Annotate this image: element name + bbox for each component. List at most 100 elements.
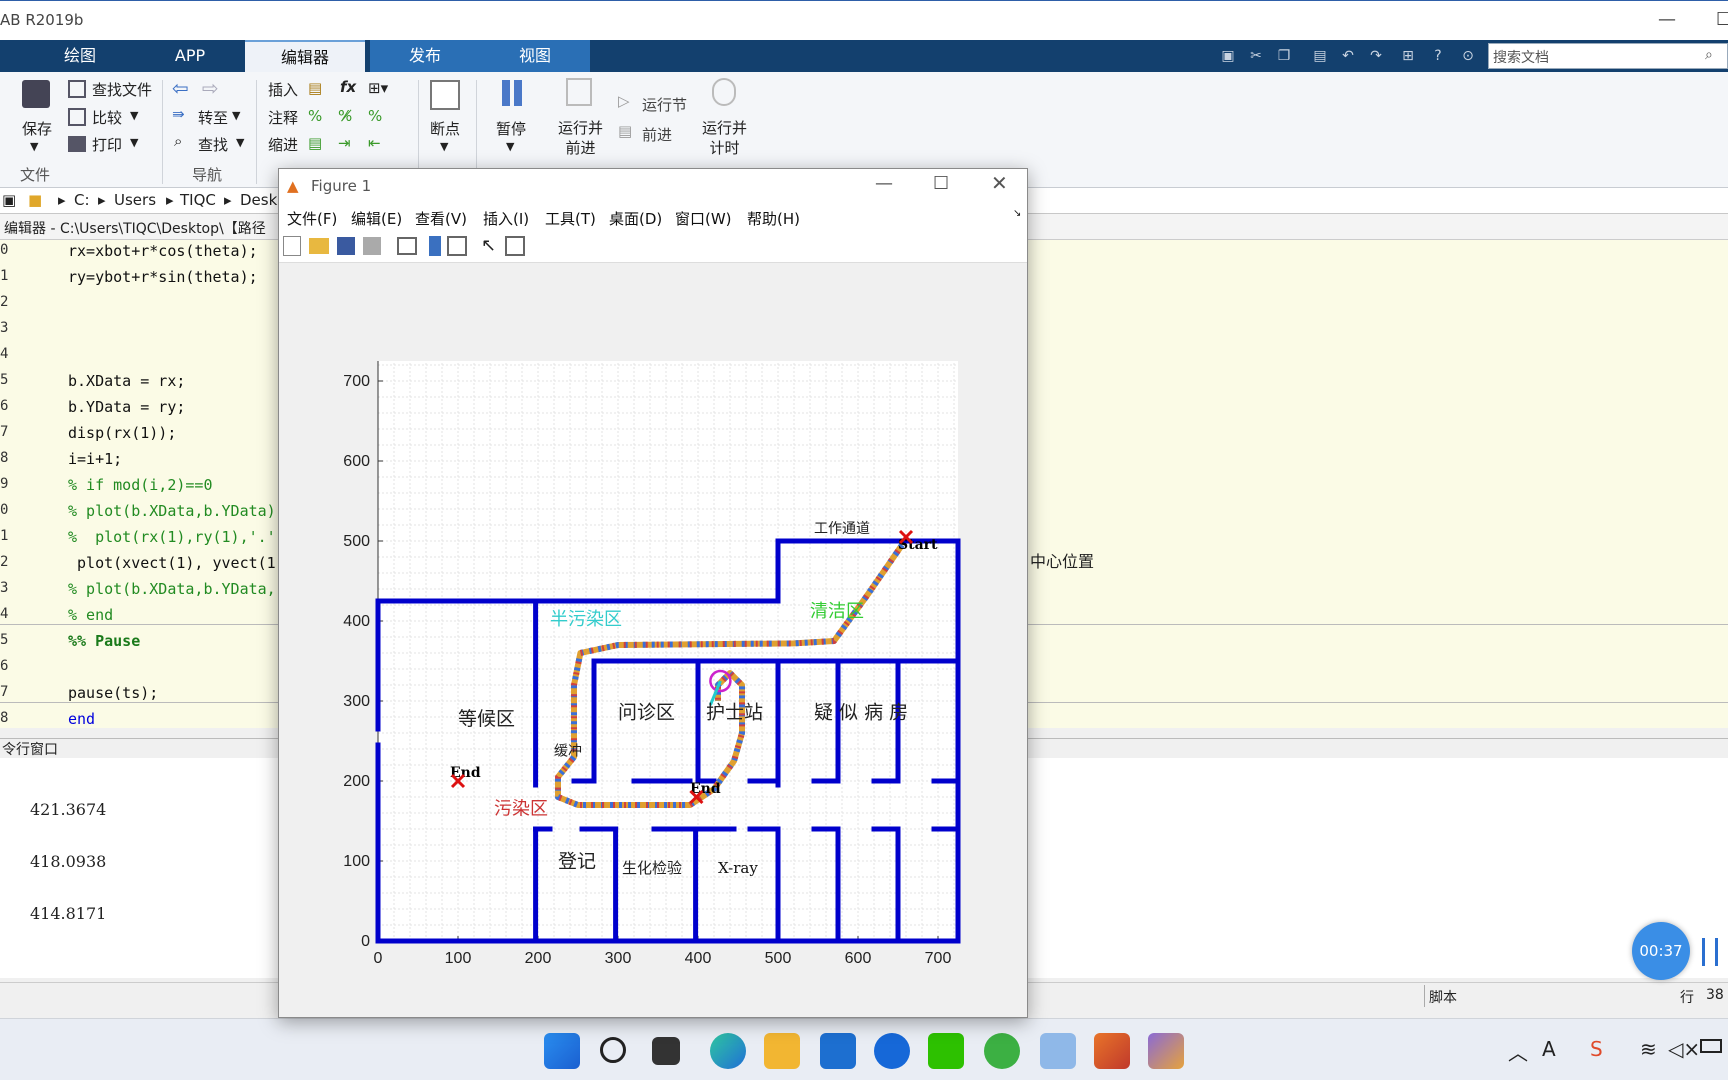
edit-plot-icon[interactable]: ↖ (481, 235, 496, 256)
insert-button[interactable]: 插入 (268, 79, 298, 100)
code-line[interactable]: % plot(b.XData,b.YData) (68, 502, 276, 520)
insert-chart-icon[interactable]: ⊞▾ (368, 79, 388, 97)
code-line[interactable]: % end (68, 606, 113, 624)
link-plot-icon[interactable] (397, 237, 417, 255)
code-line[interactable]: % plot(rx(1),ry(1),'.', (68, 528, 285, 546)
sogou-icon[interactable]: S (1590, 1037, 1603, 1061)
figure-window[interactable]: ▲ Figure 1 — ☐ ✕ 文件(F) 编辑(E) 查看(V) 插入(I)… (278, 168, 1028, 1018)
legend-icon[interactable] (447, 236, 467, 256)
indent-button[interactable]: 缩进 (268, 134, 298, 155)
insert-function-icon[interactable]: fx (340, 78, 356, 96)
app-icon[interactable] (1148, 1033, 1184, 1069)
edge-icon[interactable] (710, 1033, 746, 1069)
code-line[interactable]: b.XData = rx; (68, 372, 185, 390)
path-segment[interactable]: TIQC (180, 191, 216, 209)
tab-view[interactable]: 视图 (480, 40, 590, 72)
save-button[interactable]: 保存 (22, 118, 52, 139)
menu-window[interactable]: 窗口(W) (675, 208, 732, 229)
uncomment-icon[interactable]: %̸ (338, 107, 352, 125)
tab-editor[interactable]: 编辑器 (245, 40, 365, 72)
menu-edit[interactable]: 编辑(E) (351, 208, 402, 229)
insert-section-icon[interactable]: ▤ (308, 79, 322, 97)
folder-icon[interactable]: ■ (28, 191, 42, 209)
comment-button[interactable]: 注释 (268, 107, 298, 128)
code-line[interactable]: % plot(b.XData,b.YData, (68, 580, 276, 598)
paste-icon[interactable]: ▤ (1310, 46, 1330, 66)
advance-button[interactable]: 前进 (642, 124, 672, 145)
run-time-button[interactable]: 运行并 计时 (702, 118, 747, 158)
print-dropdown-icon[interactable]: ▼ (130, 136, 138, 149)
options-icon[interactable]: ⊙ (1458, 46, 1478, 66)
breakpoints-button[interactable]: 断点 (430, 118, 460, 139)
print-figure-icon[interactable] (363, 237, 381, 255)
find-dropdown-icon[interactable]: ▼ (236, 136, 244, 149)
wifi-icon[interactable]: ≋ (1640, 1037, 1657, 1061)
start-icon[interactable] (544, 1033, 580, 1069)
code-line[interactable]: %% Pause (68, 632, 140, 650)
save-figure-icon[interactable] (337, 237, 355, 255)
run-advance-icon[interactable] (566, 78, 592, 106)
run-advance-button[interactable]: 运行并 前进 (558, 118, 603, 158)
recording-timer[interactable]: 00:37 (1632, 922, 1690, 980)
file-explorer-icon[interactable] (764, 1033, 800, 1069)
snipping-tool-icon[interactable] (1040, 1033, 1076, 1069)
dock-icon[interactable]: ↘ (1013, 208, 1021, 219)
task-view-icon[interactable] (652, 1037, 680, 1065)
map-plot[interactable]: 0 100 200 300 400 500 600 700 0 100 200 300 400 500 60… (279, 263, 1027, 1017)
run-time-icon[interactable] (712, 78, 736, 106)
code-line[interactable]: ry=ybot+r*sin(theta); (68, 268, 258, 286)
save-dropdown-icon[interactable]: ▼ (30, 140, 38, 153)
property-inspector-icon[interactable] (505, 236, 525, 256)
path-segment[interactable]: Desk (240, 191, 277, 209)
decrease-indent-icon[interactable]: ⇤ (368, 134, 381, 152)
increase-indent-icon[interactable]: ⇥ (338, 134, 351, 152)
copy-icon[interactable]: ❐ (1274, 46, 1294, 66)
breakpoints-dropdown-icon[interactable]: ▼ (440, 140, 448, 153)
code-line[interactable]: pause(ts); (68, 684, 158, 702)
menu-file[interactable]: 文件(F) (287, 208, 337, 229)
switch-windows-icon[interactable]: ⊞ (1398, 46, 1418, 66)
tab-publish[interactable]: 发布 (370, 40, 480, 72)
code-line[interactable]: b.YData = ry; (68, 398, 185, 416)
compare-button[interactable]: 比较 (92, 107, 122, 128)
undo-icon[interactable]: ↶ (1338, 46, 1358, 66)
volume-icon[interactable]: ◁× (1668, 1037, 1700, 1061)
back-icon[interactable]: ⇦ (172, 76, 189, 100)
search-documentation-input[interactable]: 搜索文档 ⌕ (1488, 43, 1728, 69)
code-line[interactable]: i=i+1; (68, 450, 122, 468)
wrap-comments-icon[interactable]: % (368, 107, 382, 125)
comment-icon[interactable]: % (308, 107, 322, 125)
matlab-icon[interactable] (1094, 1033, 1130, 1069)
figure-close-icon[interactable]: ✕ (991, 171, 1008, 195)
save-quick-icon[interactable]: ▣ (1218, 46, 1238, 66)
open-icon[interactable] (309, 238, 329, 254)
recording-pause-icon[interactable] (1702, 938, 1718, 966)
run-section-button[interactable]: 运行节 (642, 94, 687, 115)
menu-tools[interactable]: 工具(T) (545, 208, 596, 229)
goto-dropdown-icon[interactable]: ▼ (232, 109, 240, 122)
find-files-button[interactable]: 查找文件 (92, 79, 152, 100)
path-segment[interactable]: Users (114, 191, 156, 209)
figure-minimize-icon[interactable]: — (875, 173, 893, 194)
save-icon[interactable] (22, 80, 50, 108)
colorbar-icon[interactable] (429, 236, 441, 256)
cut-icon[interactable]: ✂ (1246, 46, 1266, 66)
lenovo-icon[interactable] (874, 1033, 910, 1069)
search-taskbar-icon[interactable] (600, 1037, 626, 1063)
code-line[interactable]: rx=xbot+r*cos(theta); (68, 242, 258, 260)
pause-dropdown-icon[interactable]: ▼ (506, 140, 514, 153)
wechat-icon[interactable] (928, 1033, 964, 1069)
find-button[interactable]: 查找 (198, 134, 228, 155)
browse-icon[interactable]: ▣ (2, 191, 16, 209)
menu-help[interactable]: 帮助(H) (747, 208, 800, 229)
smart-indent-icon[interactable]: ▤ (308, 134, 322, 152)
code-line[interactable]: disp(rx(1)); (68, 424, 176, 442)
redo-icon[interactable]: ↷ (1366, 46, 1386, 66)
tab-apps[interactable]: APP (150, 40, 230, 72)
print-button[interactable]: 打印 (92, 134, 122, 155)
menu-view[interactable]: 查看(V) (415, 208, 467, 229)
breakpoints-icon[interactable] (430, 80, 460, 110)
new-figure-icon[interactable] (283, 236, 301, 256)
maximize-icon[interactable]: ☐ (1716, 9, 1728, 30)
minimize-icon[interactable]: — (1658, 9, 1676, 30)
